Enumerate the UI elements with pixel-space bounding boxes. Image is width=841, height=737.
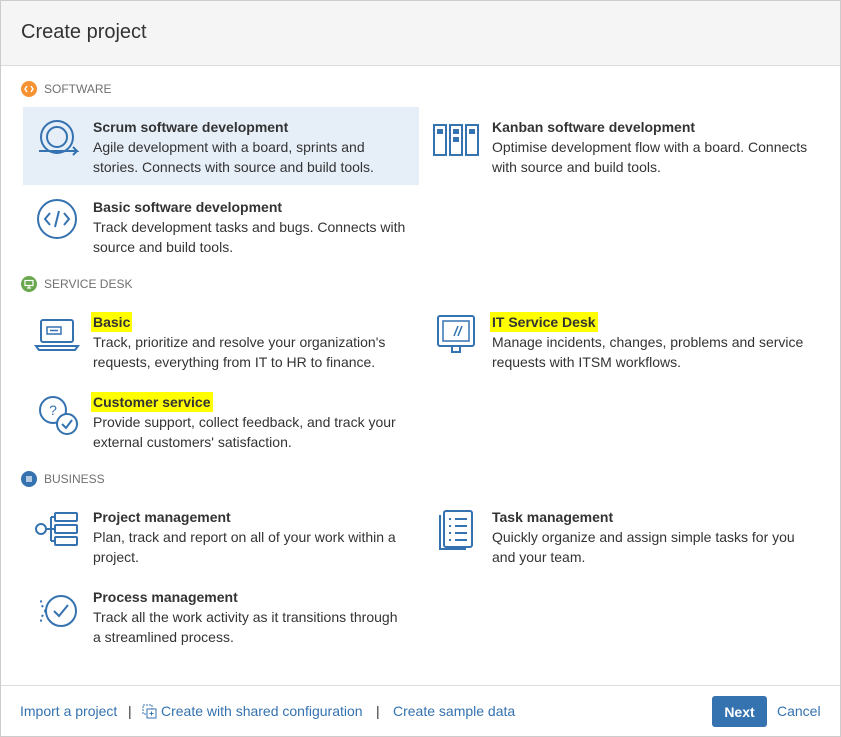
- tile-desc-line: with source and build tools.: [492, 159, 661, 175]
- create-shared-config-link[interactable]: Create with shared configuration: [161, 703, 363, 719]
- tile-title: Customer service: [91, 392, 213, 412]
- tile-desc-line: stories. Connects with source and build …: [93, 159, 374, 175]
- tile-title: Scrum software development: [93, 119, 289, 135]
- footer-separator: |: [128, 703, 132, 719]
- scrum-cycle-icon: [39, 120, 80, 156]
- section-label: SERVICE DESK: [44, 277, 133, 291]
- section-label: SOFTWARE: [44, 82, 112, 96]
- tile-desc-line: Provide support, collect feedback, and t…: [93, 414, 396, 430]
- chat-bubbles-icon: ?: [39, 396, 78, 435]
- tile-desc-line: external customers' satisfaction.: [93, 434, 292, 450]
- section-software: SOFTWARE: [21, 81, 112, 97]
- tile-desc-line: Quickly organize and assign simple tasks…: [492, 529, 795, 545]
- tile-title: Kanban software development: [492, 119, 696, 135]
- section-business: BUSINESS: [21, 471, 105, 487]
- monitor-icon: [21, 276, 37, 292]
- tile-desc-line: and your team.: [492, 549, 586, 565]
- template-sd-basic[interactable]: Basic Track, prioritize and resolve your…: [23, 302, 419, 380]
- code-icon: [21, 81, 37, 97]
- tile-title: Basic software development: [93, 199, 283, 215]
- section-service-desk: SERVICE DESK: [21, 276, 132, 292]
- process-check-icon: [39, 595, 77, 627]
- tile-desc-line: Manage incidents, changes, problems and …: [492, 334, 804, 350]
- section-label: BUSINESS: [44, 472, 105, 486]
- project-tree-icon: [35, 512, 78, 546]
- tile-desc-line: project.: [93, 549, 139, 565]
- svg-text:?: ?: [49, 402, 57, 418]
- template-kanban[interactable]: Kanban software development Optimise dev…: [422, 107, 818, 185]
- create-sample-data-link[interactable]: Create sample data: [393, 703, 515, 719]
- desktop-monitor-icon: [437, 315, 475, 353]
- tile-desc-line: Track all the work activity as it transi…: [93, 609, 398, 625]
- footer-separator: |: [376, 703, 380, 719]
- tile-desc-line: a streamlined process.: [93, 629, 234, 645]
- tile-desc-line: Optimise development flow with a board. …: [492, 139, 808, 155]
- code-brackets-icon: [37, 199, 77, 239]
- tile-desc-line: Track development tasks and bugs. Connec…: [93, 219, 406, 235]
- tile-desc-line: requests, everything from IT to HR to fi…: [93, 354, 376, 370]
- cancel-link[interactable]: Cancel: [777, 703, 821, 719]
- tile-desc-line: Track, prioritize and resolve your organ…: [93, 334, 386, 350]
- template-customer-service[interactable]: ? Customer service Provide support, coll…: [23, 382, 419, 460]
- dialog-title: Create project: [21, 21, 147, 43]
- tile-title: Task management: [492, 509, 614, 525]
- template-project-management[interactable]: Project management Plan, track and repor…: [23, 497, 419, 575]
- dialog-header: Create project: [1, 1, 840, 66]
- template-process-management[interactable]: Process management Track all the work ac…: [23, 577, 419, 655]
- tile-title: Basic: [91, 312, 133, 332]
- import-project-link[interactable]: Import a project: [20, 703, 117, 719]
- tile-title: IT Service Desk: [490, 312, 598, 332]
- dialog-footer: Import a project | Create with shared co…: [1, 685, 840, 737]
- template-scrum[interactable]: Scrum software development Agile develop…: [23, 107, 419, 185]
- checklist-icon: [439, 510, 473, 550]
- tile-desc-line: requests with ITSM workflows.: [492, 354, 682, 370]
- list-icon: [21, 471, 37, 487]
- tile-desc-line: Agile development with a board, sprints …: [93, 139, 365, 155]
- tile-title: Project management: [93, 509, 231, 525]
- laptop-icon: [34, 319, 80, 351]
- shared-config-icon: [142, 704, 158, 720]
- template-it-service-desk[interactable]: IT Service Desk Manage incidents, change…: [422, 302, 818, 380]
- create-project-dialog: Create project SOFTWARE Scrum software d…: [0, 0, 841, 737]
- template-task-management[interactable]: Task management Quickly organize and ass…: [422, 497, 818, 575]
- tile-desc-line: Plan, track and report on all of your wo…: [93, 529, 396, 545]
- tile-title: Process management: [93, 589, 238, 605]
- kanban-board-icon: [433, 124, 479, 156]
- next-button[interactable]: Next: [712, 696, 767, 727]
- tile-desc-line: source and build tools.: [93, 239, 234, 255]
- template-basic-software[interactable]: Basic software development Track develop…: [23, 187, 419, 265]
